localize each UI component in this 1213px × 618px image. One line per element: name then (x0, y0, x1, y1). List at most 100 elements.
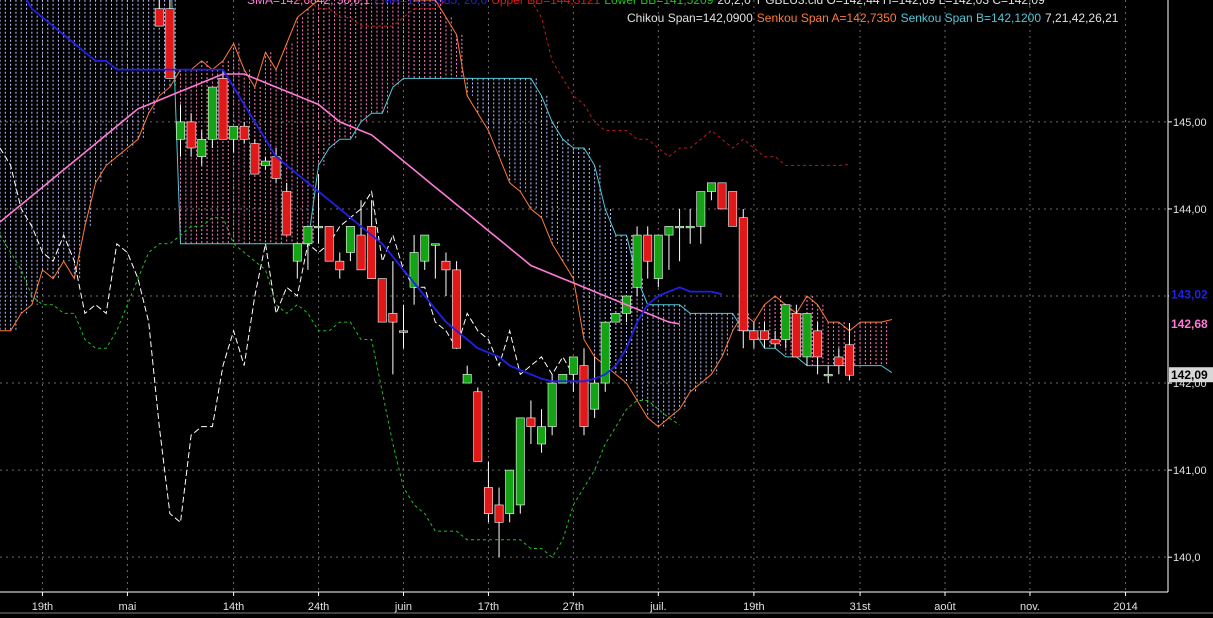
candle (791, 304, 801, 358)
candle-body-bear (441, 260, 451, 271)
candle-body-bull (685, 226, 695, 229)
candle (696, 191, 706, 244)
candle-body-bull (303, 226, 313, 245)
time-tick-label: 14th (223, 601, 244, 613)
candle-body-bull (537, 426, 546, 445)
candle-body-bull (229, 125, 239, 140)
price-tick-label: 141,00 (1173, 465, 1207, 477)
candle-body-bull (632, 234, 642, 288)
candle-body-bear (770, 339, 780, 345)
candle-body-bull (430, 243, 440, 246)
time-tick-label: 2014 (1113, 601, 1137, 613)
candle-body-bear (813, 330, 823, 358)
candle-body-bear (452, 269, 462, 349)
price-tag-label: 143,02 (1171, 287, 1208, 301)
candle-body-bear (186, 121, 196, 149)
candle-body-bull (462, 374, 472, 384)
time-tick-label: 27th (563, 601, 584, 613)
candle-body-bull (314, 226, 323, 229)
candle (813, 322, 823, 375)
candle (802, 313, 812, 366)
time-tick-label: août (934, 601, 955, 613)
candle (462, 365, 472, 384)
candle (515, 417, 525, 514)
price-tag-label: 142,09 (1171, 368, 1208, 382)
senkou-span-b-line (171, 0, 893, 374)
candle-body-bull (207, 86, 217, 140)
candle-body-bear (834, 356, 844, 366)
candle (261, 156, 270, 170)
candle (781, 304, 791, 349)
price-axis: 140,0141,00142,00143,00144,00145,00143,0… (1167, 0, 1213, 592)
candle-body-bull (547, 382, 557, 427)
candle-body-bear (282, 191, 292, 236)
price-tick-label: 145,00 (1173, 117, 1207, 129)
candle (335, 252, 345, 279)
time-tick-label: 24th (308, 601, 329, 613)
candle-body-bull (696, 191, 706, 227)
candle (399, 304, 408, 349)
time-tick-label: nov. (1020, 601, 1040, 613)
candle-body-bull (292, 243, 302, 262)
candle (197, 130, 207, 166)
candle (229, 125, 239, 153)
candle-body-bear (791, 313, 801, 358)
candle-body-bear (738, 217, 748, 332)
candle-body-bull (823, 374, 833, 377)
candle-body-bull (197, 138, 207, 158)
candle (728, 191, 738, 227)
candle (239, 121, 249, 144)
candle (250, 139, 260, 175)
candle (409, 235, 419, 305)
candle (834, 348, 844, 375)
candle (770, 330, 780, 349)
candle (282, 182, 292, 236)
candle (643, 226, 653, 279)
candle (579, 348, 589, 436)
candle-body-bull (420, 234, 430, 262)
time-axis: 19th mai 14th 24th juin 17th 27th juil. 19th 31st… (0, 591, 1213, 618)
candle (473, 387, 483, 462)
plot-area (0, 0, 893, 558)
candle-body-bull (611, 313, 621, 323)
candle (452, 261, 462, 349)
candle-body-bear (473, 391, 483, 462)
ichimoku-candlestick-chart: 140,0141,00142,00143,00144,00145,00143,0… (0, 0, 1213, 618)
candle-body-bull (176, 121, 185, 140)
time-tick-label: mai (119, 601, 137, 613)
candle (494, 487, 504, 558)
candle-body-bull (664, 226, 674, 236)
candle-body-bear (749, 330, 759, 340)
candle-body-bull (345, 226, 355, 253)
candle-body-bull (261, 160, 270, 166)
candle (441, 252, 451, 296)
candle-body-bear (154, 8, 164, 27)
candle (590, 356, 600, 418)
candle-body-bear (239, 125, 249, 140)
candle (749, 322, 759, 349)
candle (717, 182, 727, 210)
candle (685, 208, 695, 244)
candle (611, 313, 621, 323)
time-tick-label: juil. (649, 601, 667, 613)
candle-body-bear (579, 365, 589, 427)
candle-body-bull (653, 234, 663, 279)
candle (324, 226, 334, 262)
candle-body-bear (250, 143, 260, 175)
candle-body-bear (643, 234, 653, 262)
candle-body-bear (845, 344, 854, 376)
candle (537, 409, 546, 453)
candle-body-bear (526, 417, 536, 427)
candle-body-bull (675, 226, 685, 229)
candle-body-bear (717, 182, 727, 210)
candle (706, 182, 716, 201)
candle (218, 69, 228, 140)
candle (505, 469, 515, 523)
candle (345, 226, 355, 262)
candle (675, 208, 685, 262)
candle-body-bear (324, 226, 334, 262)
candle (303, 226, 313, 270)
candle-body-bull (505, 469, 515, 514)
kumo-cloud (0, 0, 888, 427)
candle-body-bear (760, 330, 769, 340)
